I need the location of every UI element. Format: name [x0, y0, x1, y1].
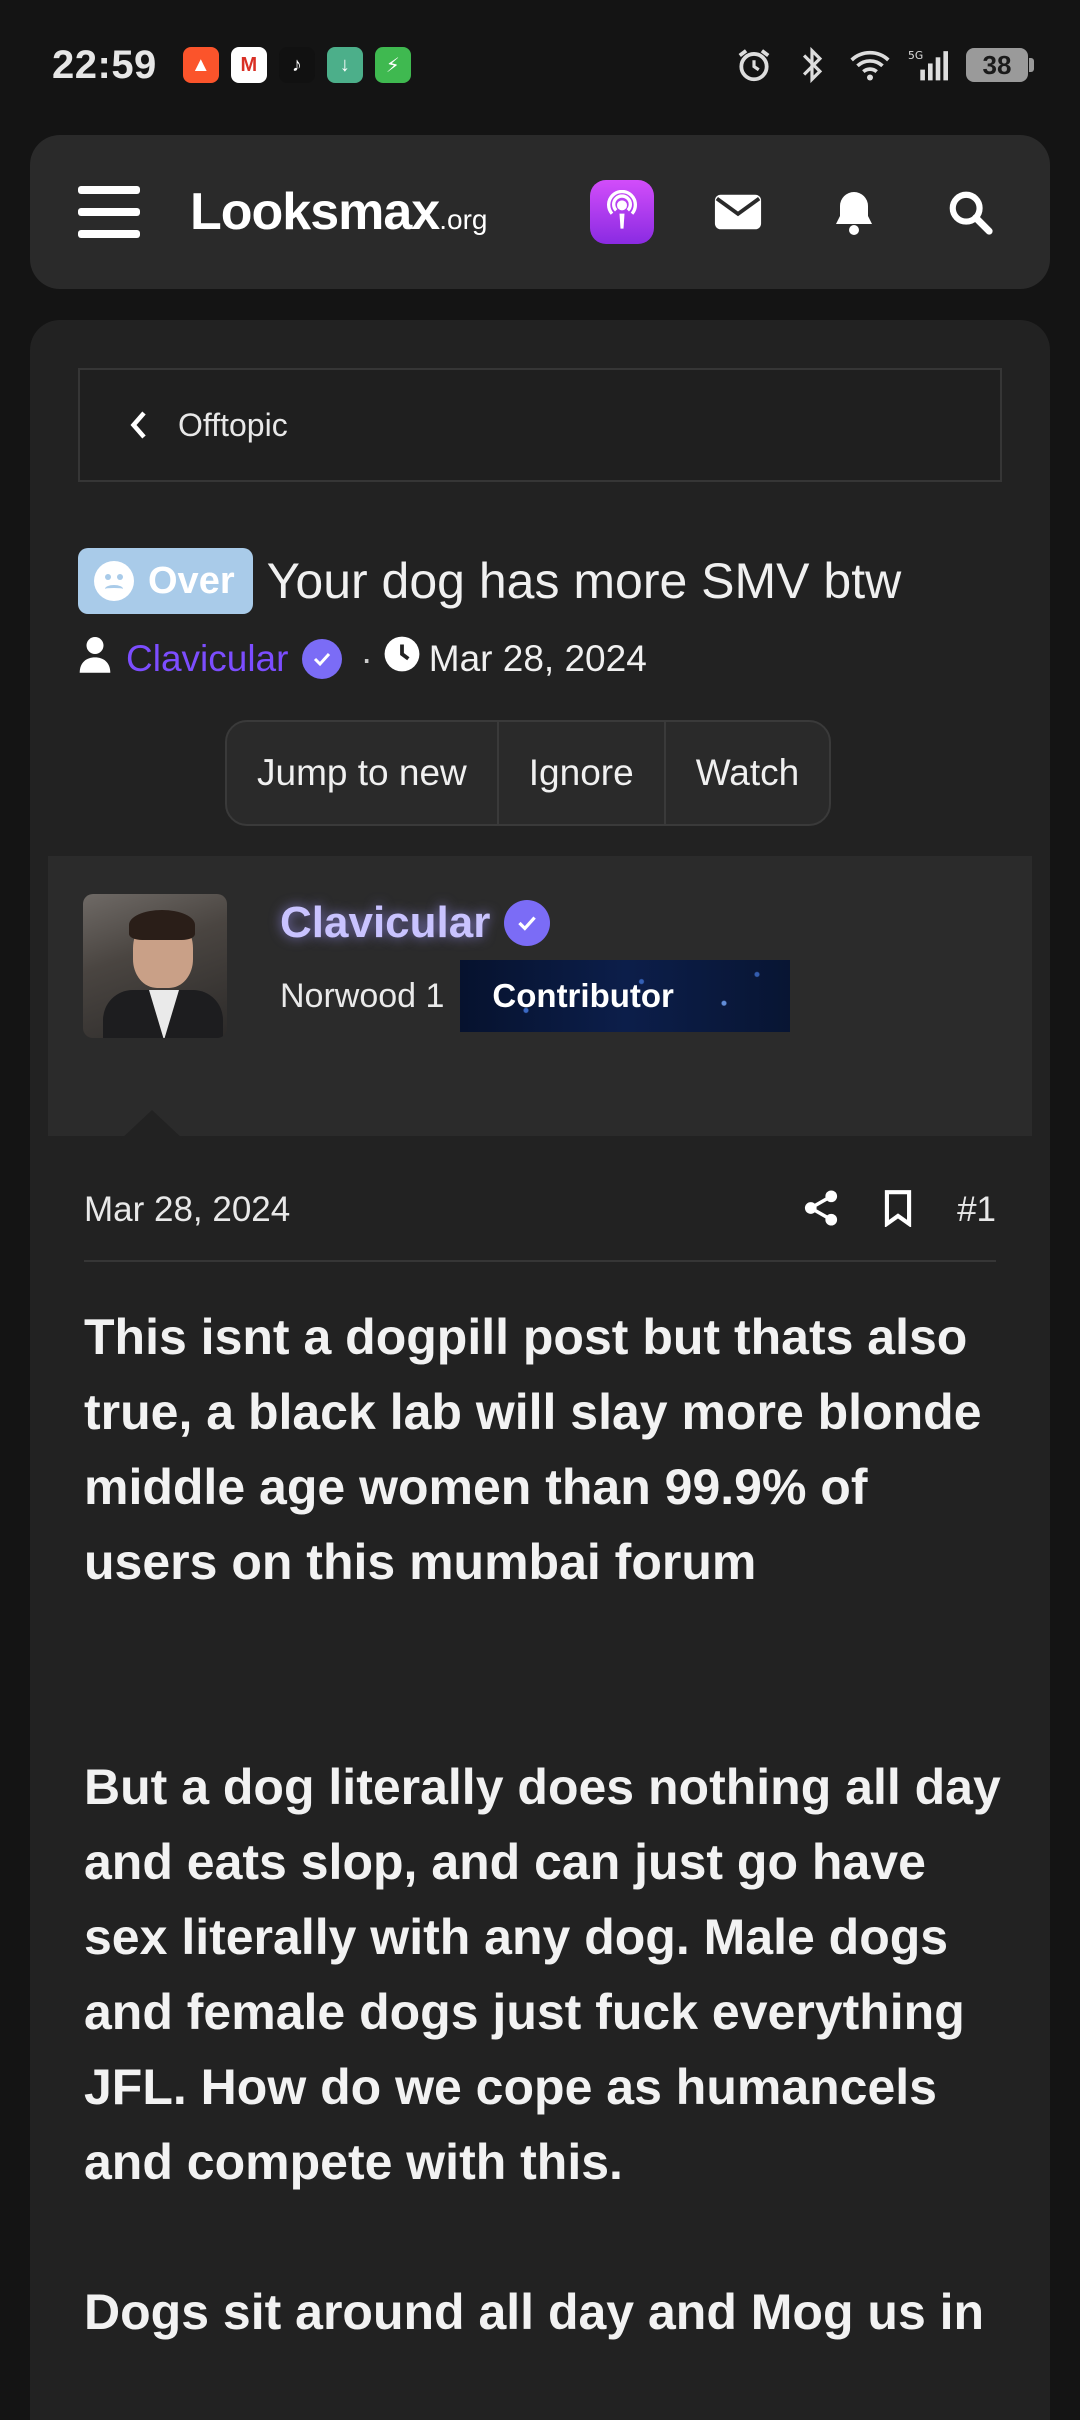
thread-card: Offtopic Over Your dog has more SMV btw …: [30, 320, 1050, 2420]
bell-icon[interactable]: [822, 180, 886, 244]
brave-icon: ▲: [182, 47, 219, 83]
search-icon[interactable]: [938, 180, 1002, 244]
thread-meta: Clavicular · Mar 28, 2024: [78, 635, 647, 682]
post-date[interactable]: Mar 28, 2024: [84, 1190, 290, 1230]
envelope-icon[interactable]: [706, 180, 770, 244]
status-bar: 22:59 ▲ M ♪ ↓ ⚡ 5G 38: [0, 0, 1080, 130]
breadcrumb-label: Offtopic: [178, 406, 288, 443]
verified-badge-icon: [302, 638, 343, 679]
status-time: 22:59: [52, 42, 157, 87]
thread-date[interactable]: Mar 28, 2024: [429, 638, 647, 680]
battery-indicator: 38: [966, 48, 1034, 82]
post-number-link[interactable]: #1: [957, 1190, 996, 1230]
alarm-icon: [734, 45, 774, 85]
thread-action-buttons: Jump to new Ignore Watch: [225, 720, 832, 826]
thread-author-link[interactable]: Clavicular: [126, 638, 288, 680]
user-banner: Contributor: [460, 960, 791, 1032]
share-icon[interactable]: [803, 1189, 839, 1232]
ignore-button[interactable]: Ignore: [499, 722, 666, 824]
bookmark-icon[interactable]: [883, 1189, 913, 1232]
system-icons: 5G 38: [734, 45, 1034, 85]
user-icon: [78, 635, 112, 682]
post-author-name[interactable]: Clavicular: [280, 898, 490, 948]
clock-icon: [383, 635, 421, 682]
avatar[interactable]: [83, 894, 227, 1038]
watch-button[interactable]: Watch: [666, 722, 829, 824]
post-paragraph: This isnt a dogpill post but thats also …: [84, 1309, 982, 1590]
post-body: This isnt a dogpill post but thats also …: [84, 1300, 1014, 2350]
tiktok-icon: ♪: [278, 47, 315, 83]
user-title: Norwood 1: [280, 976, 445, 1015]
hamburger-menu-icon[interactable]: [78, 186, 140, 238]
site-logo[interactable]: Looksmax.org: [190, 182, 487, 242]
jump-to-new-button[interactable]: Jump to new: [227, 722, 499, 824]
breadcrumb[interactable]: Offtopic: [78, 368, 1002, 482]
post-author-panel: Clavicular Norwood 1 Contributor: [48, 856, 1032, 1136]
panel-arrow: [120, 1110, 184, 1140]
post-meta: Mar 28, 2024 #1: [84, 1170, 996, 1250]
notification-icons: ▲ M ♪ ↓ ⚡: [182, 47, 411, 83]
divider: [84, 1260, 996, 1262]
signal-icon: 5G: [908, 45, 948, 85]
post-paragraph: Dogs sit around all day and Mog us in: [84, 2284, 985, 2340]
sad-face-icon: [94, 561, 134, 601]
post-paragraph: But a dog literally does nothing all day…: [84, 1759, 1001, 2190]
svg-text:5G: 5G: [908, 49, 923, 62]
thread-title: Your dog has more SMV btw: [266, 553, 902, 609]
chevron-left-icon: [128, 410, 148, 440]
thread-title-row: Over Your dog has more SMV btw: [78, 548, 1038, 614]
meta-separator: ·: [360, 637, 373, 679]
download-icon: ↓: [326, 47, 363, 83]
thread-prefix-badge[interactable]: Over: [78, 548, 253, 614]
bluetooth-icon: [792, 45, 832, 85]
wifi-icon: [850, 45, 890, 85]
verified-badge-icon: [504, 900, 551, 946]
podcast-icon[interactable]: [590, 180, 654, 244]
site-header: Looksmax.org: [30, 135, 1050, 289]
gmail-icon: M: [230, 47, 267, 83]
shield-icon: ⚡: [374, 47, 411, 83]
